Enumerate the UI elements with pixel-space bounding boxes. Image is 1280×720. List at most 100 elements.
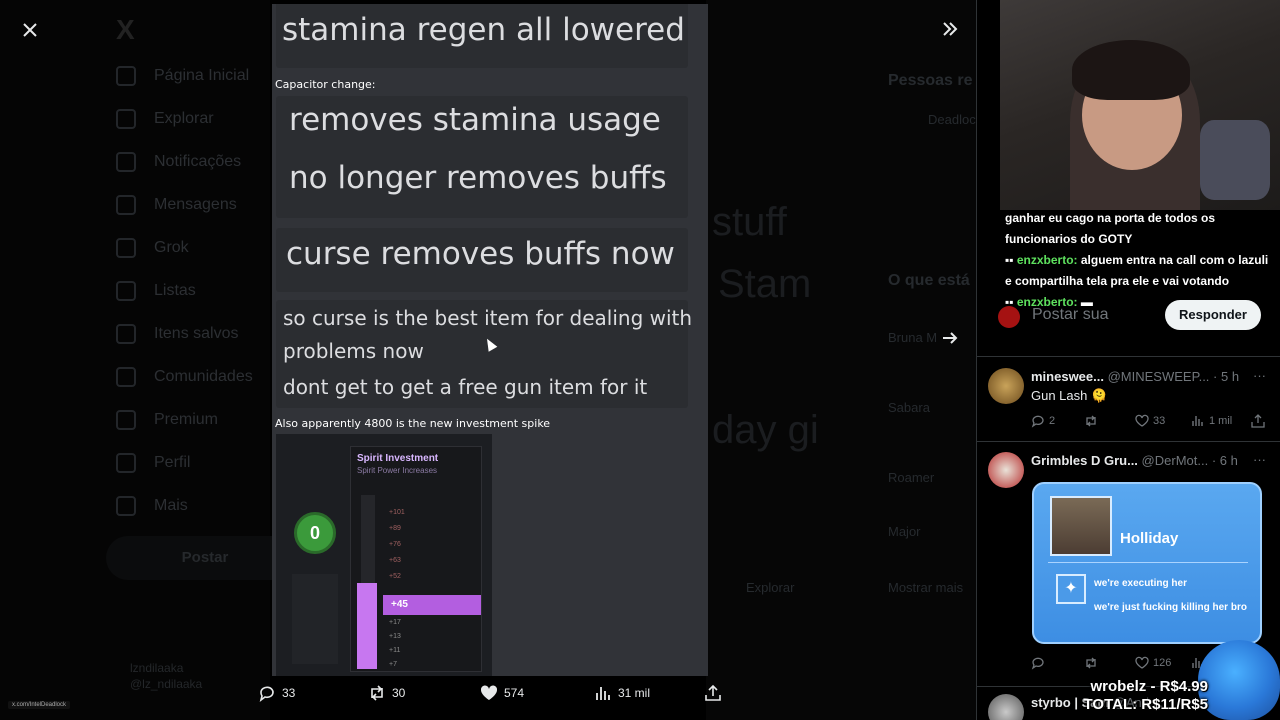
repost-stat[interactable] — [1084, 656, 1098, 670]
views-action[interactable]: 31 mil — [594, 684, 650, 702]
ghost-text: Deadloc — [928, 112, 976, 127]
bell-icon — [116, 152, 136, 172]
investment-circle: 0 — [294, 512, 336, 554]
nav-item-explore: Explorar — [116, 109, 214, 129]
ghost-text: Mostrar mais — [888, 580, 964, 595]
reply-input[interactable]: Postar sua — [1032, 306, 1108, 324]
reply-tweet[interactable]: mineswee... @MINESWEEP... · 5 h ··· Gun … — [988, 368, 1272, 432]
nav-item-messages: Mensagens — [116, 195, 237, 215]
nav-item-lists: Listas — [116, 281, 196, 301]
ghost-heading: Pessoas re — [888, 72, 973, 89]
headline-text: stamina regen all lowered — [282, 12, 685, 48]
reply-count: 33 — [282, 686, 296, 700]
grok-icon — [116, 238, 136, 258]
like-count: 126 — [1153, 657, 1172, 669]
views-icon — [1192, 416, 1203, 426]
investment-subtitle: Spirit Power Increases — [357, 466, 438, 475]
card-title: Holliday — [1120, 530, 1179, 547]
more-options-icon[interactable]: ··· — [1253, 368, 1266, 383]
nav-item-communities: Comunidades — [116, 367, 253, 387]
person-icon — [116, 453, 136, 473]
repost-icon — [1086, 657, 1096, 669]
mail-icon — [116, 195, 136, 215]
chat-line: ▪▪ enzxberto: alguem entra na call com o… — [1000, 250, 1270, 292]
heart-icon — [480, 685, 498, 700]
background-navigation: X Página Inicial Explorar Notificações M… — [0, 0, 304, 720]
investment-row: +13 — [389, 633, 401, 640]
tweet-time: · 5 h — [1213, 369, 1240, 384]
stream-mascot — [1198, 640, 1280, 720]
reply-button[interactable]: Responder — [1165, 300, 1261, 330]
reply-action[interactable]: 33 — [258, 684, 295, 702]
reply-icon — [259, 686, 274, 702]
share-icon — [705, 684, 721, 701]
bookmark-icon — [116, 324, 136, 344]
ghost-text: Bruna M — [888, 330, 938, 345]
streamer-webcam — [1000, 0, 1280, 210]
more-options-icon[interactable]: ··· — [1253, 452, 1266, 467]
caption-investment: Also apparently 4800 is the new investme… — [275, 417, 551, 430]
home-icon — [116, 66, 136, 86]
tweet-handle: @DerMot... — [1141, 453, 1209, 468]
investment-fill-bar — [357, 583, 377, 669]
background-sidebar: Pessoas re O que está Deadloc Bruna M Sa… — [706, 0, 978, 720]
like-stat[interactable]: 33 — [1135, 414, 1165, 428]
investment-row: +101 — [389, 509, 405, 516]
repost-icon — [371, 685, 383, 701]
heart-icon — [1135, 656, 1149, 669]
line-dont-get: dont get to get a free gun item for it — [283, 375, 648, 399]
next-media-button[interactable] — [938, 328, 962, 352]
ghost-word: stuff — [712, 200, 787, 244]
divider — [976, 441, 1280, 442]
share-stat[interactable] — [1251, 414, 1265, 428]
caption-capacitor: Capacitor change: — [275, 78, 376, 91]
ghost-heading-2: O que está — [888, 272, 970, 289]
line-curse: curse removes buffs now — [286, 236, 675, 272]
like-action[interactable]: 574 — [480, 684, 524, 702]
share-action[interactable] — [704, 684, 722, 702]
tweet-stats: 2 33 1 mil — [1031, 414, 1267, 430]
webcam-background — [1200, 120, 1270, 200]
repost-icon — [1086, 415, 1096, 427]
investment-track — [361, 495, 375, 585]
divider — [976, 356, 1280, 357]
views-count: 1 mil — [1209, 415, 1233, 427]
like-count: 33 — [1153, 415, 1166, 427]
investment-bars — [292, 574, 338, 664]
ghost-text: Sabara — [888, 400, 930, 415]
investment-row: +7 — [389, 661, 397, 668]
like-stat[interactable]: 126 — [1135, 656, 1171, 670]
heart-icon — [1135, 414, 1149, 427]
repost-action[interactable]: 30 — [368, 684, 405, 702]
ghost-text: Explorar — [746, 580, 795, 595]
collapse-replies-button[interactable] — [938, 18, 962, 42]
reply-stat[interactable]: 2 — [1031, 414, 1055, 428]
investment-row: +89 — [389, 525, 401, 532]
character-portrait — [1050, 496, 1112, 556]
nav-item-more: Mais — [116, 496, 188, 516]
views-stat[interactable]: 1 mil — [1191, 414, 1232, 428]
card-line-1: we're executing her — [1094, 578, 1187, 589]
double-chevron-right-icon — [943, 22, 958, 36]
reply-icon — [1031, 415, 1044, 428]
investment-title: Spirit Investment — [357, 453, 439, 464]
stream-chat: ganhar eu cago na porta de todos os func… — [1000, 208, 1280, 313]
repost-stat[interactable] — [1084, 414, 1098, 428]
repost-count: 30 — [392, 686, 406, 700]
reply-stat[interactable] — [1031, 656, 1045, 670]
avatar — [988, 452, 1024, 488]
more-circle-icon — [116, 496, 136, 516]
reply-icon — [1031, 657, 1044, 670]
investment-row: +76 — [389, 541, 401, 548]
line-no-longer: no longer removes buffs — [289, 160, 667, 196]
like-count: 574 — [504, 686, 525, 700]
investment-row: +52 — [389, 573, 401, 580]
investment-highlight: +45 — [383, 595, 481, 615]
reply-count: 2 — [1049, 415, 1056, 427]
people-icon — [116, 367, 136, 387]
ghost-word: day gi — [712, 408, 819, 452]
close-button[interactable] — [18, 18, 42, 42]
card-divider — [1048, 562, 1248, 563]
nav-item-notifications: Notificações — [116, 152, 241, 172]
tweet-media-card[interactable]: Holliday ✦ we're executing her we're jus… — [1032, 482, 1262, 644]
